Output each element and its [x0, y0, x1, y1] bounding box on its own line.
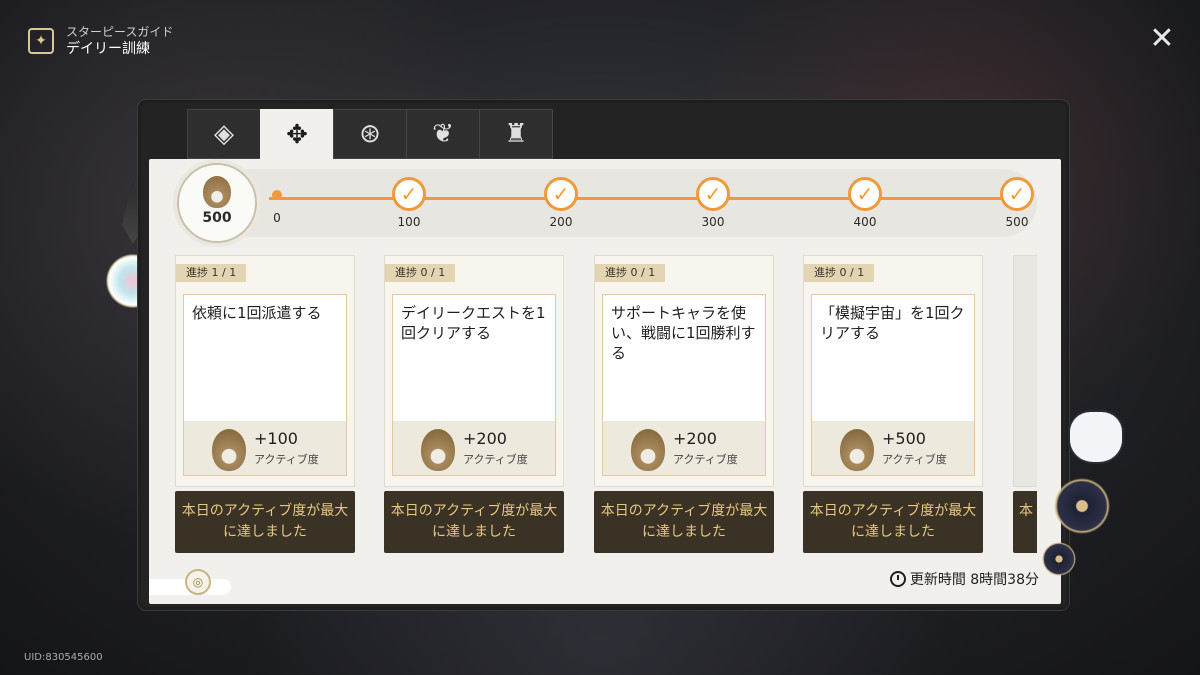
activity-points-value: 500	[202, 210, 232, 226]
task-progress-tag: 進捗 0 / 1	[804, 264, 875, 282]
task-reward: +200 アクティブ度	[603, 421, 765, 475]
task-card-body: 進捗 0 / 1 「模擬宇宙」を1回クリアする +500 アクティブ度	[803, 255, 983, 487]
tab-3[interactable]: ❦	[406, 109, 480, 159]
task-card-inner: サポートキャラを使い、戦闘に1回勝利する +200 アクティブ度	[602, 294, 766, 476]
check-icon: ✓	[1000, 177, 1034, 211]
page-header: ✦ スターピースガイド デイリー訓練	[28, 24, 173, 58]
milestone-start: 0	[257, 177, 297, 225]
tab-1[interactable]: ✥	[260, 109, 334, 161]
task-progress-tag: 進捗 1 / 1	[176, 264, 247, 282]
tab-4[interactable]: ♜	[479, 109, 553, 159]
milestone-300[interactable]: ✓ 300	[693, 177, 733, 229]
task-progress-tag: 進捗 0 / 1	[385, 264, 456, 282]
daily-training-panel: ◈ ✥ ⊛ ❦ ♜ 500 0 ✓ 100 ✓ 200 ✓ 300 ✓ 400 …	[138, 100, 1069, 610]
task-reward: +200 アクティブ度	[393, 421, 555, 475]
check-icon: ✓	[544, 177, 578, 211]
task-progress-tag: 進捗 0 / 1	[595, 264, 666, 282]
milestone-label: 200	[549, 215, 573, 229]
fan-emblem-icon: ❦	[432, 119, 454, 149]
dark-flower-ornament-icon	[1044, 468, 1120, 544]
task-card-inner: 依頼に1回派遣する +100 アクティブ度	[183, 294, 347, 476]
milestone-100[interactable]: ✓ 100	[389, 177, 429, 229]
task-title: 「模擬宇宙」を1回クリアする	[820, 304, 965, 342]
milestone-label: 0	[273, 211, 281, 225]
tab-content: 500 0 ✓ 100 ✓ 200 ✓ 300 ✓ 400 ✓ 500 進捗 1…	[149, 159, 1061, 604]
tab-2[interactable]: ⊛	[333, 109, 407, 159]
task-card[interactable]: 進捗 0 / 1 デイリークエストを1回クリアする +200 アクティブ度 本日…	[384, 255, 564, 553]
task-card[interactable]: 進捗 0 / 1 サポートキャラを使い、戦闘に1回勝利する +200 アクティブ…	[594, 255, 774, 553]
tower-emblem-icon: ♜	[504, 119, 528, 149]
task-card-body: 進捗 1 / 1 依頼に1回派遣する +100 アクティブ度	[175, 255, 355, 487]
task-card[interactable]: 進捗 0 / 1 「模擬宇宙」を1回クリアする +500 アクティブ度 本日のア…	[803, 255, 983, 553]
milestone-400[interactable]: ✓ 400	[845, 177, 885, 229]
clock-icon	[889, 571, 906, 587]
task-reward: +100 アクティブ度	[184, 421, 346, 475]
refresh-timer-text: 更新時間 8時間38分	[909, 572, 1039, 588]
close-button[interactable]: ✕	[1148, 24, 1176, 54]
dark-flower-ornament-icon	[1036, 536, 1082, 582]
page-title: デイリー訓練	[66, 41, 150, 57]
stacked-diamond-icon: ◈	[214, 119, 234, 149]
task-status-button[interactable]: 本	[1013, 491, 1037, 553]
task-status-button[interactable]: 本日のアクティブ度が最大に達しました	[594, 491, 774, 553]
reward-value: +200	[673, 429, 717, 448]
check-icon: ✓	[848, 177, 882, 211]
triangle-ring-icon: ⊛	[359, 119, 381, 149]
milestone-label: 300	[701, 215, 725, 229]
guide-book-icon: ✦	[28, 28, 54, 54]
task-title: 依頼に1回派遣する	[192, 304, 322, 322]
reward-value: +200	[463, 429, 507, 448]
milestone-label: 500	[1005, 215, 1029, 229]
reward-unit: アクティブ度	[463, 453, 528, 466]
reward-value: +500	[882, 429, 926, 448]
activity-flame-icon	[840, 429, 874, 471]
task-card-body	[1013, 255, 1037, 487]
task-title: サポートキャラを使い、戦闘に1回勝利する	[611, 304, 756, 362]
milestone-500[interactable]: ✓ 500	[997, 177, 1037, 229]
right-ornament	[1036, 410, 1146, 590]
task-card-body: 進捗 0 / 1 サポートキャラを使い、戦闘に1回勝利する +200 アクティブ…	[594, 255, 774, 487]
progress-line	[269, 197, 1014, 200]
activity-points-badge: 500	[177, 163, 257, 243]
task-status-button[interactable]: 本日のアクティブ度が最大に達しました	[175, 491, 355, 553]
reward-value: +100	[254, 429, 298, 448]
close-icon: ✕	[1149, 21, 1175, 56]
reward-unit: アクティブ度	[882, 453, 947, 466]
check-icon: ✓	[392, 177, 426, 211]
milestone-label: 400	[853, 215, 877, 229]
header-subtitle: スターピースガイド	[66, 25, 174, 39]
refresh-timer: 更新時間 8時間38分	[889, 569, 1039, 589]
task-title: デイリークエストを1回クリアする	[401, 304, 546, 342]
task-card[interactable]: 進捗 1 / 1 依頼に1回派遣する +100 アクティブ度 本日のアクティブ度…	[175, 255, 355, 553]
activity-flame-icon	[631, 429, 665, 471]
activity-flame-icon	[203, 176, 231, 208]
tab-0[interactable]: ◈	[187, 109, 261, 159]
user-id: UID:830545600	[24, 652, 103, 663]
activity-progress-bar	[177, 169, 1037, 237]
task-status-button[interactable]: 本日のアクティブ度が最大に達しました	[803, 491, 983, 553]
task-status-button[interactable]: 本日のアクティブ度が最大に達しました	[384, 491, 564, 553]
reward-unit: アクティブ度	[254, 453, 319, 466]
task-card-partial[interactable]: 本	[1013, 255, 1037, 553]
activity-flame-icon	[421, 429, 455, 471]
task-reward: +500 アクティブ度	[812, 421, 974, 475]
reward-unit: アクティブ度	[673, 453, 738, 466]
compass-cross-icon: ✥	[286, 120, 308, 150]
task-card-body: 進捗 0 / 1 デイリークエストを1回クリアする +200 アクティブ度	[384, 255, 564, 487]
task-card-inner: 「模擬宇宙」を1回クリアする +500 アクティブ度	[811, 294, 975, 476]
emblem-icon[interactable]: ◎	[185, 569, 211, 595]
milestone-label: 100	[397, 215, 421, 229]
category-tabs: ◈ ✥ ⊛ ❦ ♜	[187, 109, 553, 161]
mascot-creature-icon	[1068, 410, 1124, 464]
activity-flame-icon	[212, 429, 246, 471]
check-icon: ✓	[696, 177, 730, 211]
milestone-200[interactable]: ✓ 200	[541, 177, 581, 229]
task-card-inner: デイリークエストを1回クリアする +200 アクティブ度	[392, 294, 556, 476]
start-dot-icon	[272, 190, 282, 200]
